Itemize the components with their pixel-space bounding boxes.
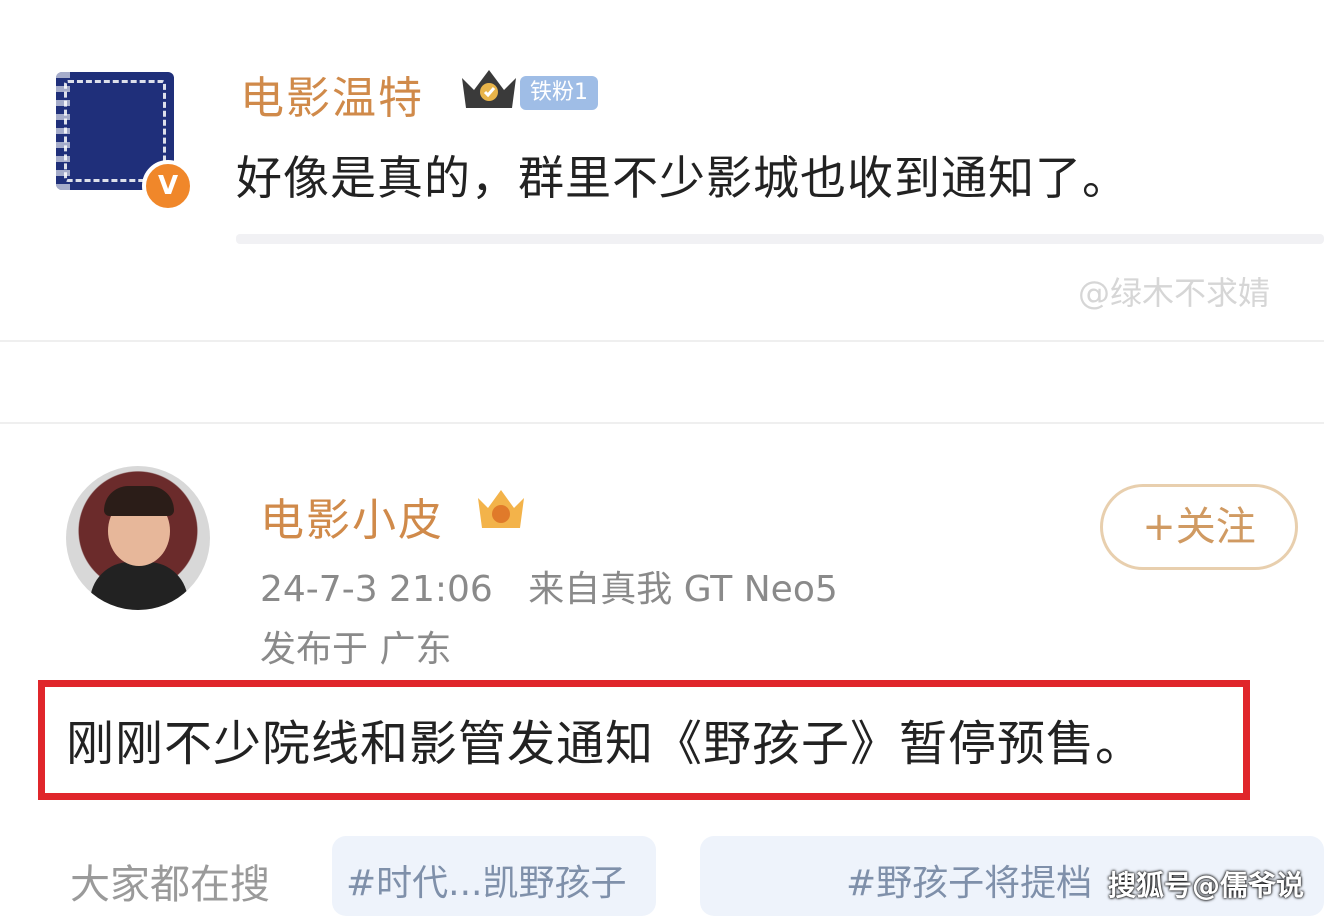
trending-search-chip[interactable]: #时代...凯野孩子 [332,836,656,916]
comment-text: 好像是真的，群里不少影城也收到通知了。 [236,151,1129,205]
avatar-hair [104,486,174,516]
post-location: 发布于 广东 [260,629,452,670]
comment-author-name[interactable]: 电影温特 [240,62,424,126]
follow-button[interactable]: +关注 [1100,484,1298,570]
post-time: 24-7-3 21:06 [260,569,493,610]
sohu-watermark: 搜狐号@儒爷说 [1108,869,1305,902]
section-separator [0,340,1324,424]
trending-search-chip-label: #时代...凯野孩子 [346,863,627,904]
crown-icon [462,70,516,108]
post-source: 来自真我 GT Neo5 [528,569,838,610]
trending-search-label: 大家都在搜 [70,862,270,908]
post-text: 刚刚不少院线和影管发通知《野孩子》暂停预售。 [66,716,1145,772]
post-author-name[interactable]: 电影小皮 [260,484,444,548]
verified-icon: V [142,160,194,212]
comment-divider [236,234,1324,244]
fan-level-badge: 铁粉1 [520,76,598,110]
post-meta: 24-7-3 21:06 来自真我 GT Neo5 [260,560,838,612]
avatar-shirt [90,562,188,610]
crown-icon [478,490,524,528]
avatar-dianying-xiaopi[interactable] [66,466,210,610]
trending-search-chip-label: #野孩子将提档 [846,863,1093,904]
image-watermark: @绿木不求婧 [1078,274,1271,312]
